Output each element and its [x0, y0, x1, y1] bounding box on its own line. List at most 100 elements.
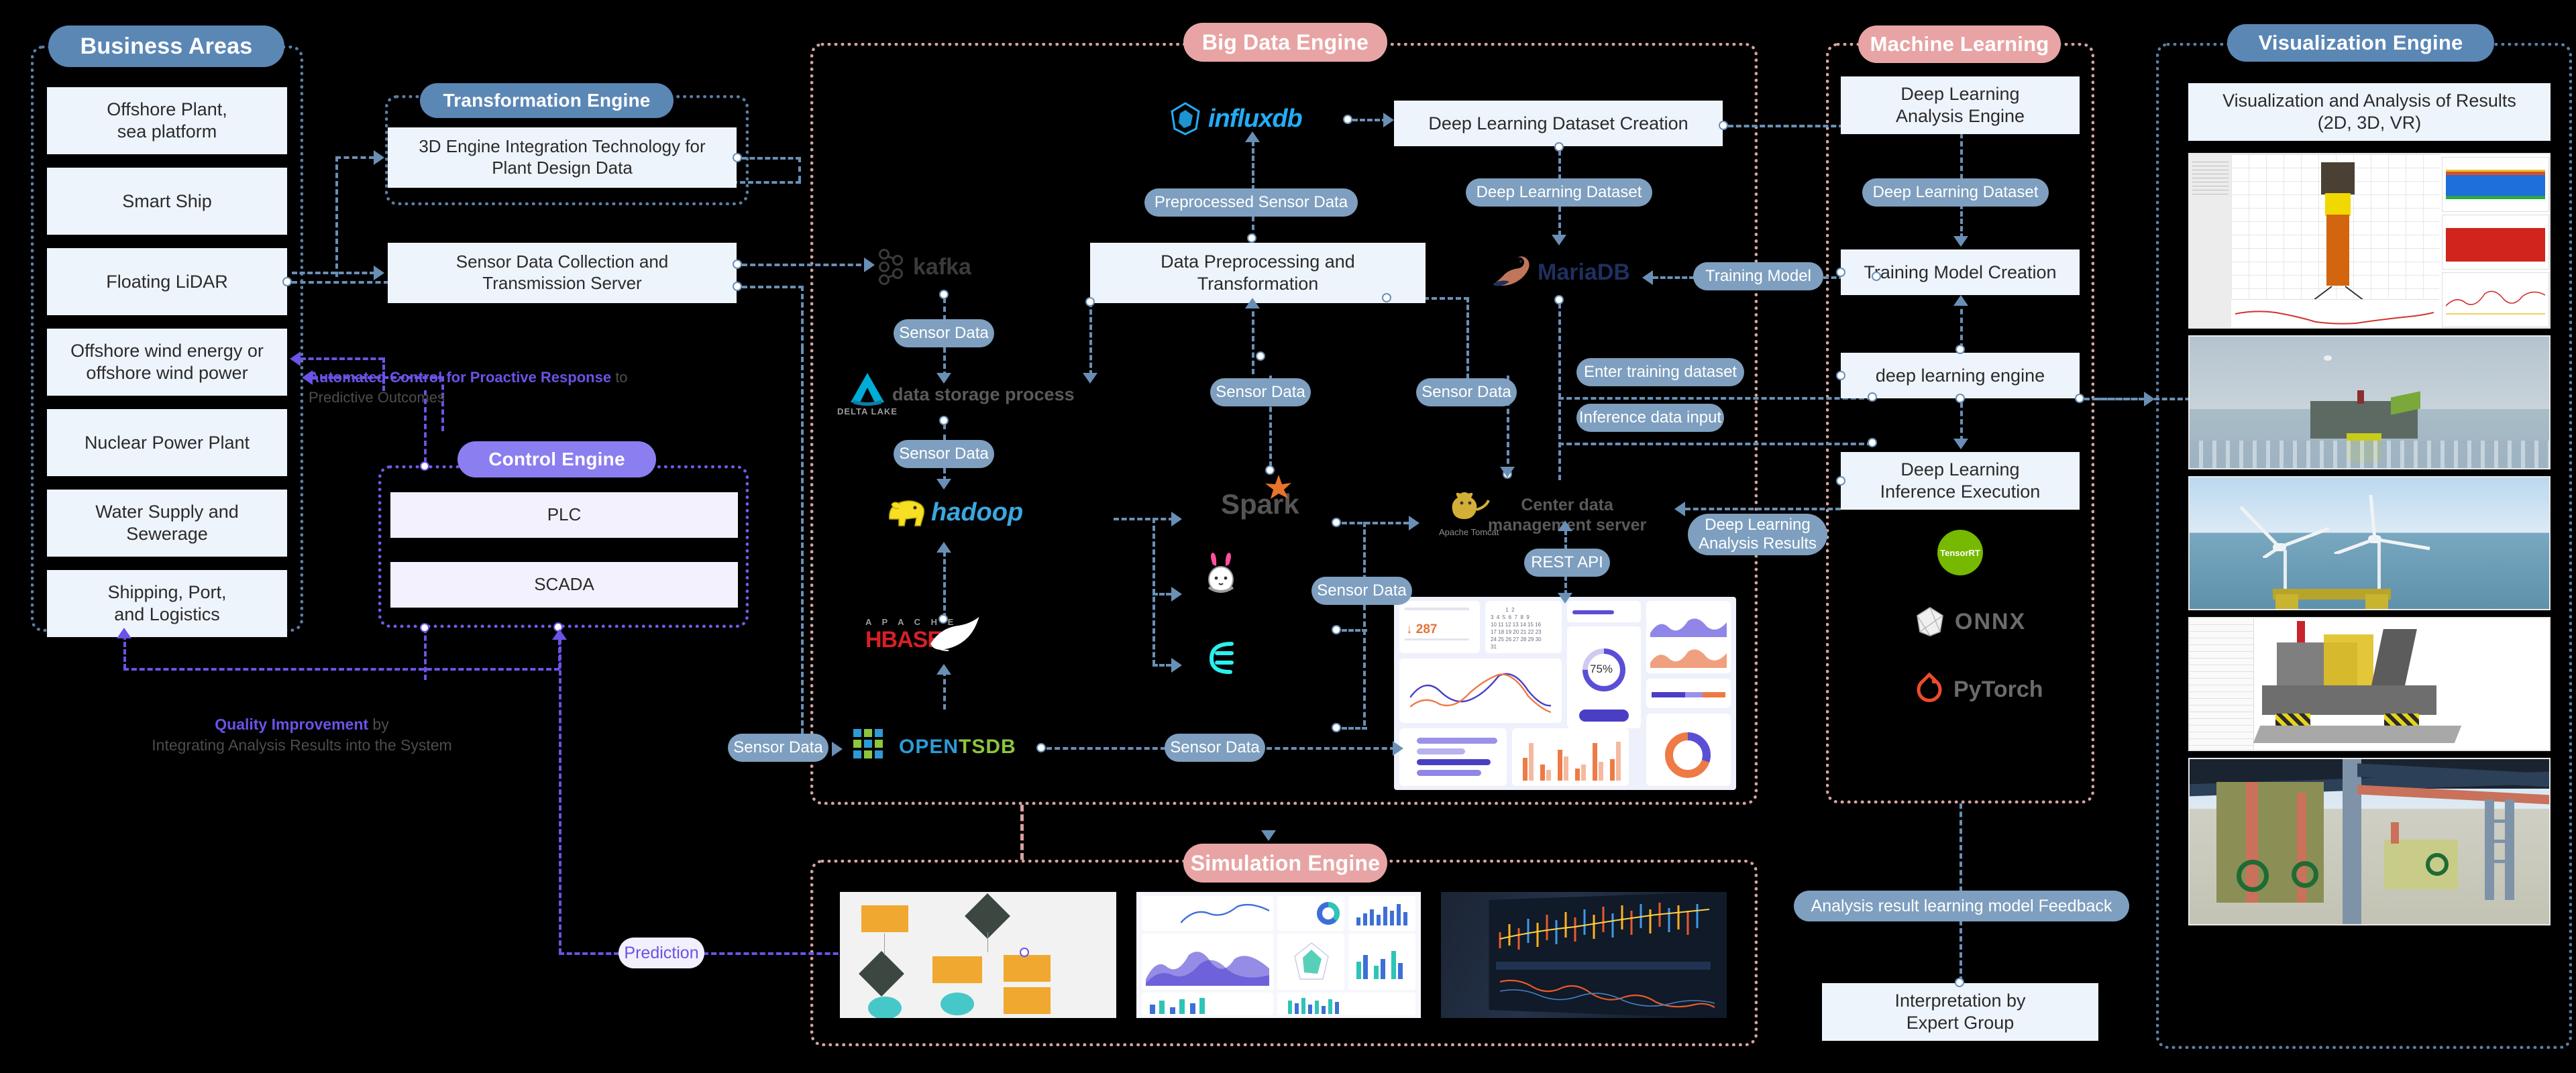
sim-thumb-trading-screen[interactable] — [1441, 892, 1727, 1018]
viz-thumb-mooring-analysis[interactable] — [2188, 153, 2551, 329]
arrow-into-visualization — [2144, 392, 2155, 406]
group-title-big-data-engine: Big Data Engine — [1183, 23, 1387, 62]
viz-thumb-cad-model[interactable] — [2188, 617, 2551, 751]
business-area-item-3[interactable]: Floating LiDAR — [47, 248, 287, 315]
viz-multi-series-chart — [2446, 170, 2545, 199]
apache-druid-logo — [1202, 638, 1240, 679]
influxdb-label: influxdb — [1208, 104, 1303, 133]
ml-box-deep-learning-engine[interactable]: deep learning engine — [1841, 353, 2080, 398]
link-hadoop-to-druid — [1152, 664, 1171, 667]
arrow-rest-up — [1558, 520, 1572, 531]
flow-label-enter-training-dataset: Enter training dataset — [1576, 358, 1744, 386]
sim-bars-blue — [1356, 904, 1407, 925]
arrow-ml-dlds-down — [1953, 236, 1968, 247]
flow-label-sensor-data-center: Sensor Data — [1210, 378, 1311, 406]
link-quality-up — [123, 634, 126, 669]
link-sensor-out-1 — [742, 264, 869, 266]
connector-dot-inference — [1868, 438, 1877, 447]
pytorch-icon — [1917, 672, 1942, 702]
flow-label-preprocessed-sensor-data: Preprocessed Sensor Data — [1144, 188, 1358, 217]
viz-thumb-piping-vr[interactable] — [2188, 758, 2551, 925]
business-area-item-6[interactable]: Water Supply and Sewerage — [47, 490, 287, 557]
arrow-kafka-to-delta — [936, 373, 951, 384]
link-dlds-v1 — [1558, 150, 1561, 180]
arrow-preproc-up — [1245, 131, 1260, 142]
arrow-dlds-down — [1552, 235, 1566, 245]
link-sensor-mid-v2 — [1363, 605, 1366, 726]
flow-label-sensor-data-mid: Sensor Data — [1311, 577, 1412, 605]
line-chart-dual — [1410, 673, 1551, 714]
flow-label-deep-learning-dataset-ml: Deep Learning Dataset — [1862, 178, 2049, 207]
control-item-plc[interactable]: PLC — [390, 492, 738, 538]
viz-thumb-floating-wind[interactable] — [2188, 476, 2551, 610]
business-area-item-7[interactable]: Shipping, Port, and Logistics — [47, 570, 287, 637]
flow-label-training-model: Training Model — [1693, 262, 1823, 290]
arrow-sensor-to-dashboard — [1393, 741, 1403, 756]
link-control-down-main — [424, 628, 427, 680]
annotation-automated-highlight: Automated Control for Proactive Response — [309, 369, 612, 386]
link-hadoop-fan-v — [1152, 518, 1155, 665]
connector-dot-preproc-left — [1085, 297, 1095, 306]
connector-dot-opentsdb-out — [1036, 743, 1046, 752]
ml-box-inference-execution[interactable]: Deep Learning Inference Execution — [1841, 452, 2080, 510]
pytorch-label: PyTorch — [1953, 676, 2043, 702]
kafka-icon — [879, 249, 903, 285]
connector-dot-kafka — [939, 290, 949, 299]
control-item-scada[interactable]: SCADA — [390, 562, 738, 608]
connector-dot-tomcat-in — [1332, 518, 1341, 527]
connector-dot-dataset-creation-out — [1719, 121, 1728, 130]
arrow-tmc-up — [1953, 295, 1968, 306]
link-opentsdb-out — [1046, 747, 1166, 750]
link-delta-down — [943, 424, 946, 440]
connector-dot-lidar — [282, 277, 292, 286]
donut-split-chart — [1665, 732, 1711, 778]
link-3d-out-v — [798, 157, 801, 181]
arrow-quality-up — [117, 628, 131, 638]
viz-header-box[interactable]: Visualization and Analysis of Results (2… — [2188, 83, 2551, 141]
arrow-to-kafka — [864, 258, 875, 272]
viz-thumb-offshore-plant[interactable] — [2188, 335, 2551, 469]
link-preproc-right-v — [1466, 297, 1469, 379]
link-sensor-out-2 — [742, 286, 804, 288]
connector-dot-dle-right — [2075, 394, 2084, 403]
arrow-into-sensor-server — [374, 266, 384, 280]
link-feedback-down — [1960, 920, 1962, 982]
turbine-blades-right — [2334, 494, 2430, 554]
arrow-hadoop-to-rabbit — [1171, 587, 1182, 602]
ml-box-analysis-engine[interactable]: Deep Learning Analysis Engine — [1841, 76, 2080, 134]
arrow-sensor-to-opentsdb — [832, 742, 843, 756]
annotation-automated-control: Automated Control for Proactive Response… — [309, 368, 684, 407]
flow-label-sensor-data-right: Sensor Data — [1416, 378, 1517, 406]
business-area-item-1[interactable]: Offshore Plant, sea platform — [47, 87, 287, 154]
kafka-logo: kafka — [875, 248, 971, 286]
connector-dot-3d-out — [733, 153, 742, 162]
link-prediction-h — [559, 952, 619, 955]
flow-label-sensor-data-opentsdb: Sensor Data — [728, 734, 828, 762]
business-area-item-2[interactable]: Smart Ship — [47, 168, 287, 235]
transformation-item-sensor-server[interactable]: Sensor Data Collection and Transmission … — [388, 243, 737, 303]
flow-label-analysis-result-feedback: Analysis result learning model Feedback — [1794, 891, 2129, 921]
big-data-box-preprocessing[interactable]: Data Preprocessing and Transformation — [1090, 243, 1426, 303]
trading-line-bottom — [1500, 979, 1715, 1008]
ml-box-expert-group[interactable]: Interpretation by Expert Group — [1822, 983, 2098, 1041]
viz-current-chart — [2446, 290, 2545, 315]
arrow-center-down — [1500, 467, 1515, 477]
arrow-preproc-down-to-storage — [1083, 373, 1097, 384]
sim-thumb-analytics-dashboard[interactable] — [1136, 892, 1421, 1018]
link-bde-to-sim-left — [1020, 805, 1024, 860]
group-title-transformation-engine: Transformation Engine — [420, 83, 674, 118]
viz-line-red — [2235, 310, 2434, 325]
sim-bars-col — [1288, 998, 1339, 1014]
bar-chart-orange — [1523, 742, 1621, 781]
business-area-item-5[interactable]: Nuclear Power Plant — [47, 409, 287, 476]
big-data-box-dataset-creation[interactable]: Deep Learning Dataset Creation — [1394, 101, 1723, 146]
link-ml-to-visualization — [2094, 398, 2145, 400]
business-area-item-4[interactable]: Offshore wind energy or offshore wind po… — [47, 329, 287, 396]
transformation-item-3d-engine[interactable]: 3D Engine Integration Technology for Pla… — [388, 127, 737, 188]
group-title-visualization-engine: Visualization Engine — [2227, 24, 2494, 62]
trading-candles-top — [1499, 903, 1710, 950]
group-title-simulation-engine: Simulation Engine — [1183, 844, 1387, 883]
sim-thumb-flowchart[interactable] — [840, 892, 1116, 1018]
link-lidar-to-transform — [292, 281, 389, 284]
apache-tomcat-logo: Apache Tomcat — [1439, 490, 1499, 537]
